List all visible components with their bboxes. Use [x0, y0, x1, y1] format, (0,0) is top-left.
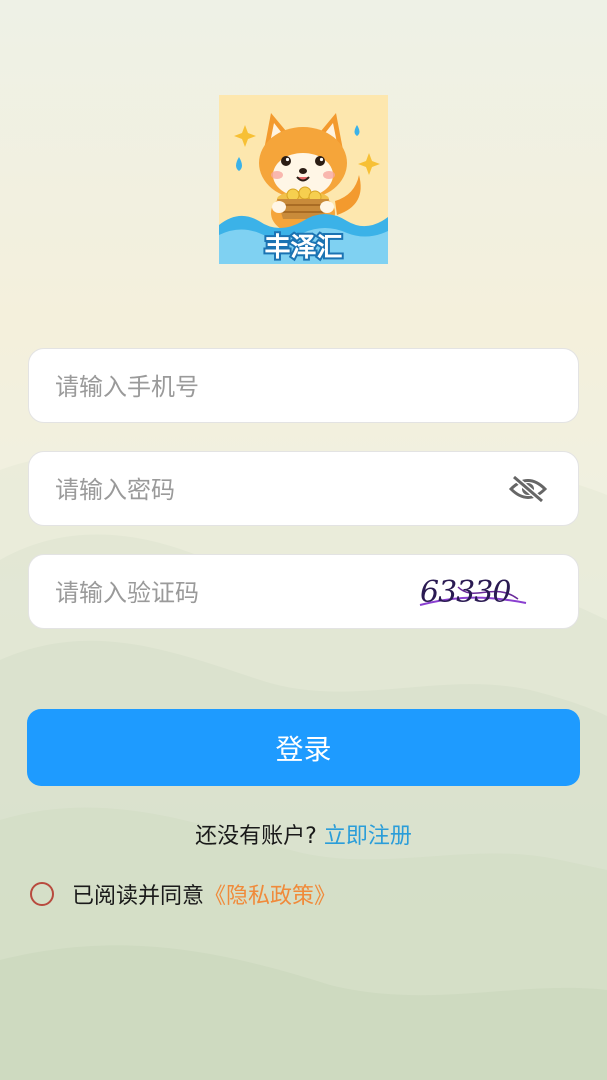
register-link[interactable]: 立即注册	[324, 824, 412, 849]
no-account-text: 还没有账户?	[195, 824, 317, 849]
eye-off-icon[interactable]	[508, 474, 548, 504]
phone-field-box	[28, 348, 579, 424]
agreement-text: 已阅读并同意	[72, 884, 205, 909]
app-logo: 丰泽汇	[219, 95, 388, 264]
privacy-policy-link[interactable]: 《隐私政策》	[204, 878, 336, 910]
login-button[interactable]: 登录	[27, 709, 580, 786]
captcha-image[interactable]: 63330	[414, 573, 532, 613]
captcha-code: 63330	[420, 575, 511, 610]
agreement-radio[interactable]	[30, 882, 54, 906]
captcha-field-box: 63330	[28, 554, 579, 630]
phone-input[interactable]	[53, 349, 477, 424]
register-row: 还没有账户? 立即注册	[0, 818, 607, 850]
password-input[interactable]	[53, 452, 477, 527]
logo-title: 丰泽汇	[262, 231, 344, 264]
captcha-input[interactable]	[53, 555, 417, 630]
agreement-row: 已阅读并同意 《隐私政策》	[30, 877, 336, 911]
password-field-box	[28, 451, 579, 527]
